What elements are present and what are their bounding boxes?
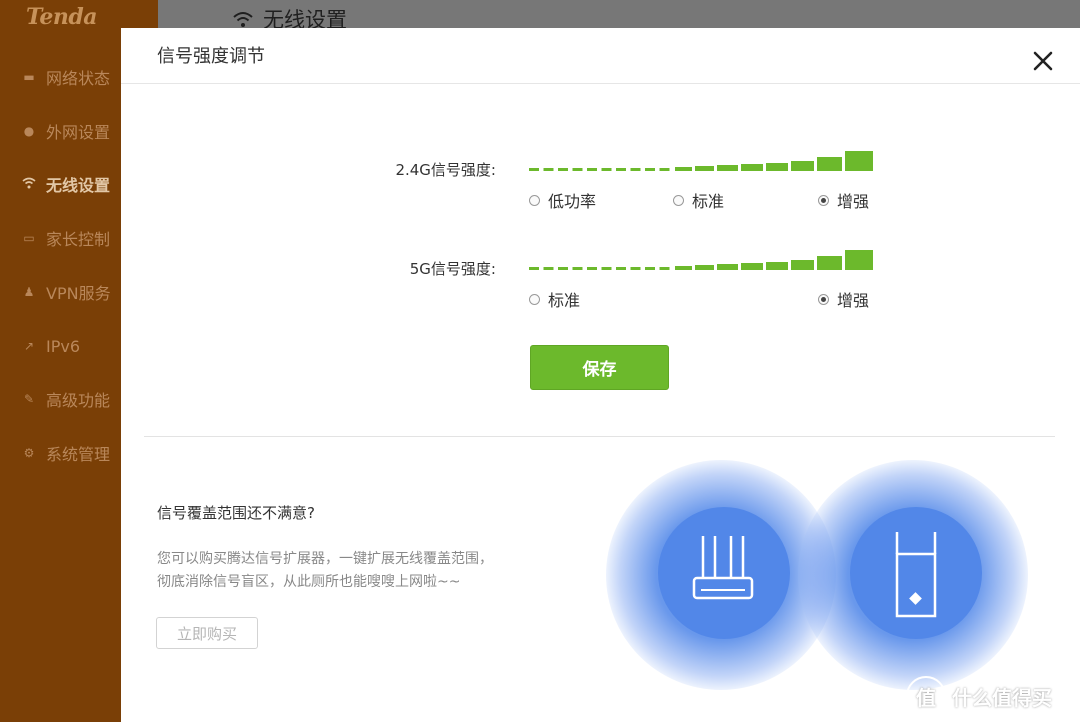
band-5g-option-enhanced[interactable]: 增强: [818, 287, 869, 311]
strength-segment: [695, 265, 714, 270]
close-icon[interactable]: [1030, 48, 1056, 74]
vpn-icon: ♟: [23, 285, 35, 299]
strength-segment: [601, 267, 612, 270]
strength-segment: [845, 250, 873, 270]
strength-segment: [695, 166, 714, 171]
radio-low-power[interactable]: [529, 194, 540, 206]
band-24g-label: 2.4G信号强度:: [395, 161, 496, 179]
option-label: 增强: [837, 291, 870, 310]
option-label: 标准: [548, 291, 581, 310]
strength-segment: [741, 263, 763, 270]
strength-segment: [645, 267, 655, 270]
sidebar-item-label: IPv6: [46, 336, 81, 356]
strength-segment: [529, 168, 539, 171]
wifi-icon: [22, 177, 36, 191]
strength-segment: [817, 157, 842, 171]
sidebar-item-parental[interactable]: ▭ 家长控制: [22, 226, 110, 250]
strength-segment: [766, 163, 788, 171]
strength-segment: [717, 165, 738, 171]
sidebar-item-vpn[interactable]: ♟ VPN服务: [22, 280, 111, 304]
band-5g-label: 5G信号强度:: [409, 260, 496, 278]
parental-control-icon: ▭: [23, 231, 35, 245]
router-icon: [692, 536, 754, 600]
gear-icon: ⚙: [23, 446, 35, 460]
strength-segment: [630, 267, 641, 270]
dialog-header: 信号强度调节: [121, 28, 1080, 84]
wrench-icon: ✎: [23, 392, 35, 406]
band-24g-option-standard[interactable]: 标准: [673, 188, 724, 212]
dialog-title: 信号强度调节: [157, 46, 265, 67]
sidebar-item-label: 网络状态: [46, 69, 111, 88]
extender-icon: [895, 532, 937, 618]
network-status-icon: ▬: [23, 70, 35, 84]
sidebar-item-ipv6[interactable]: ↗ IPv6: [22, 334, 80, 358]
strength-segment: [587, 267, 597, 270]
radio-standard[interactable]: [529, 293, 540, 305]
globe-icon: ●: [23, 124, 35, 138]
wifi-icon: [233, 12, 253, 27]
strength-segment: [558, 267, 568, 270]
ipv6-icon: ↗: [23, 339, 35, 353]
sidebar-item-label: 系统管理: [46, 445, 111, 464]
watermark-text: 什么值得买: [952, 685, 1052, 710]
promo-title: 信号覆盖范围还不满意?: [157, 504, 315, 522]
strength-segment: [572, 168, 583, 171]
sidebar-item-label: 家长控制: [46, 230, 111, 249]
strength-segment: [616, 168, 626, 171]
strength-segment: [817, 256, 842, 270]
strength-segment: [741, 164, 763, 171]
sidebar-item-wan[interactable]: ● 外网设置: [22, 119, 110, 143]
band-5g-strength-bars: [529, 250, 873, 270]
save-button[interactable]: 保存: [530, 345, 669, 390]
strength-segment: [543, 168, 554, 171]
radio-enhanced[interactable]: [818, 194, 829, 206]
strength-segment: [659, 168, 670, 171]
strength-segment: [587, 168, 597, 171]
strength-segment: [791, 260, 814, 270]
strength-segment: [572, 267, 583, 270]
strength-segment: [601, 168, 612, 171]
band-5g-option-standard[interactable]: 标准: [529, 287, 580, 311]
sidebar-item-label: 无线设置: [46, 176, 111, 195]
strength-segment: [675, 266, 692, 270]
strength-segment: [529, 267, 539, 270]
buy-now-button[interactable]: 立即购买: [156, 617, 258, 649]
band-24g-option-enhanced[interactable]: 增强: [818, 188, 869, 212]
strength-segment: [766, 262, 788, 270]
strength-segment: [630, 168, 641, 171]
radio-enhanced[interactable]: [818, 293, 829, 305]
sidebar-item-label: VPN服务: [46, 284, 111, 303]
option-label: 标准: [692, 192, 725, 211]
strength-segment: [675, 167, 692, 171]
watermark-logo-icon: 值: [906, 676, 946, 716]
strength-segment: [616, 267, 626, 270]
strength-segment: [717, 264, 738, 270]
option-label: 增强: [837, 192, 870, 211]
strength-segment: [845, 151, 873, 171]
strength-segment: [558, 168, 568, 171]
sidebar-item-label: 外网设置: [46, 123, 111, 142]
sidebar-item-wireless[interactable]: 无线设置: [22, 172, 110, 196]
strength-segment: [645, 168, 655, 171]
promo-description: 您可以购买腾达信号扩展器，一键扩展无线覆盖范围， 彻底消除信号盲区，从此厕所也能…: [157, 548, 493, 594]
strength-segment: [659, 267, 670, 270]
signal-strength-dialog: 信号强度调节 2.4G信号强度: 低功率 标准 增强 5G信号强度: 标准 增强…: [121, 28, 1080, 722]
radio-standard[interactable]: [673, 194, 684, 206]
promo-desc-line: 彻底消除信号盲区，从此厕所也能嗖嗖上网啦~~: [157, 574, 461, 590]
band-24g-option-low[interactable]: 低功率: [529, 188, 596, 212]
sidebar-item-label: 高级功能: [46, 391, 111, 410]
strength-segment: [543, 267, 554, 270]
band-24g-strength-bars: [529, 151, 873, 171]
option-label: 低功率: [548, 192, 597, 211]
sidebar-item-advanced[interactable]: ✎ 高级功能: [22, 387, 110, 411]
sidebar-item-network-status[interactable]: ▬ 网络状态: [22, 65, 110, 89]
sidebar-item-system[interactable]: ⚙ 系统管理: [22, 441, 110, 465]
divider: [144, 436, 1055, 437]
watermark: 值 什么值得买: [906, 676, 1052, 716]
strength-segment: [791, 161, 814, 171]
tenda-logo: Tenda: [26, 4, 97, 30]
promo-desc-line: 您可以购买腾达信号扩展器，一键扩展无线覆盖范围，: [157, 551, 493, 567]
